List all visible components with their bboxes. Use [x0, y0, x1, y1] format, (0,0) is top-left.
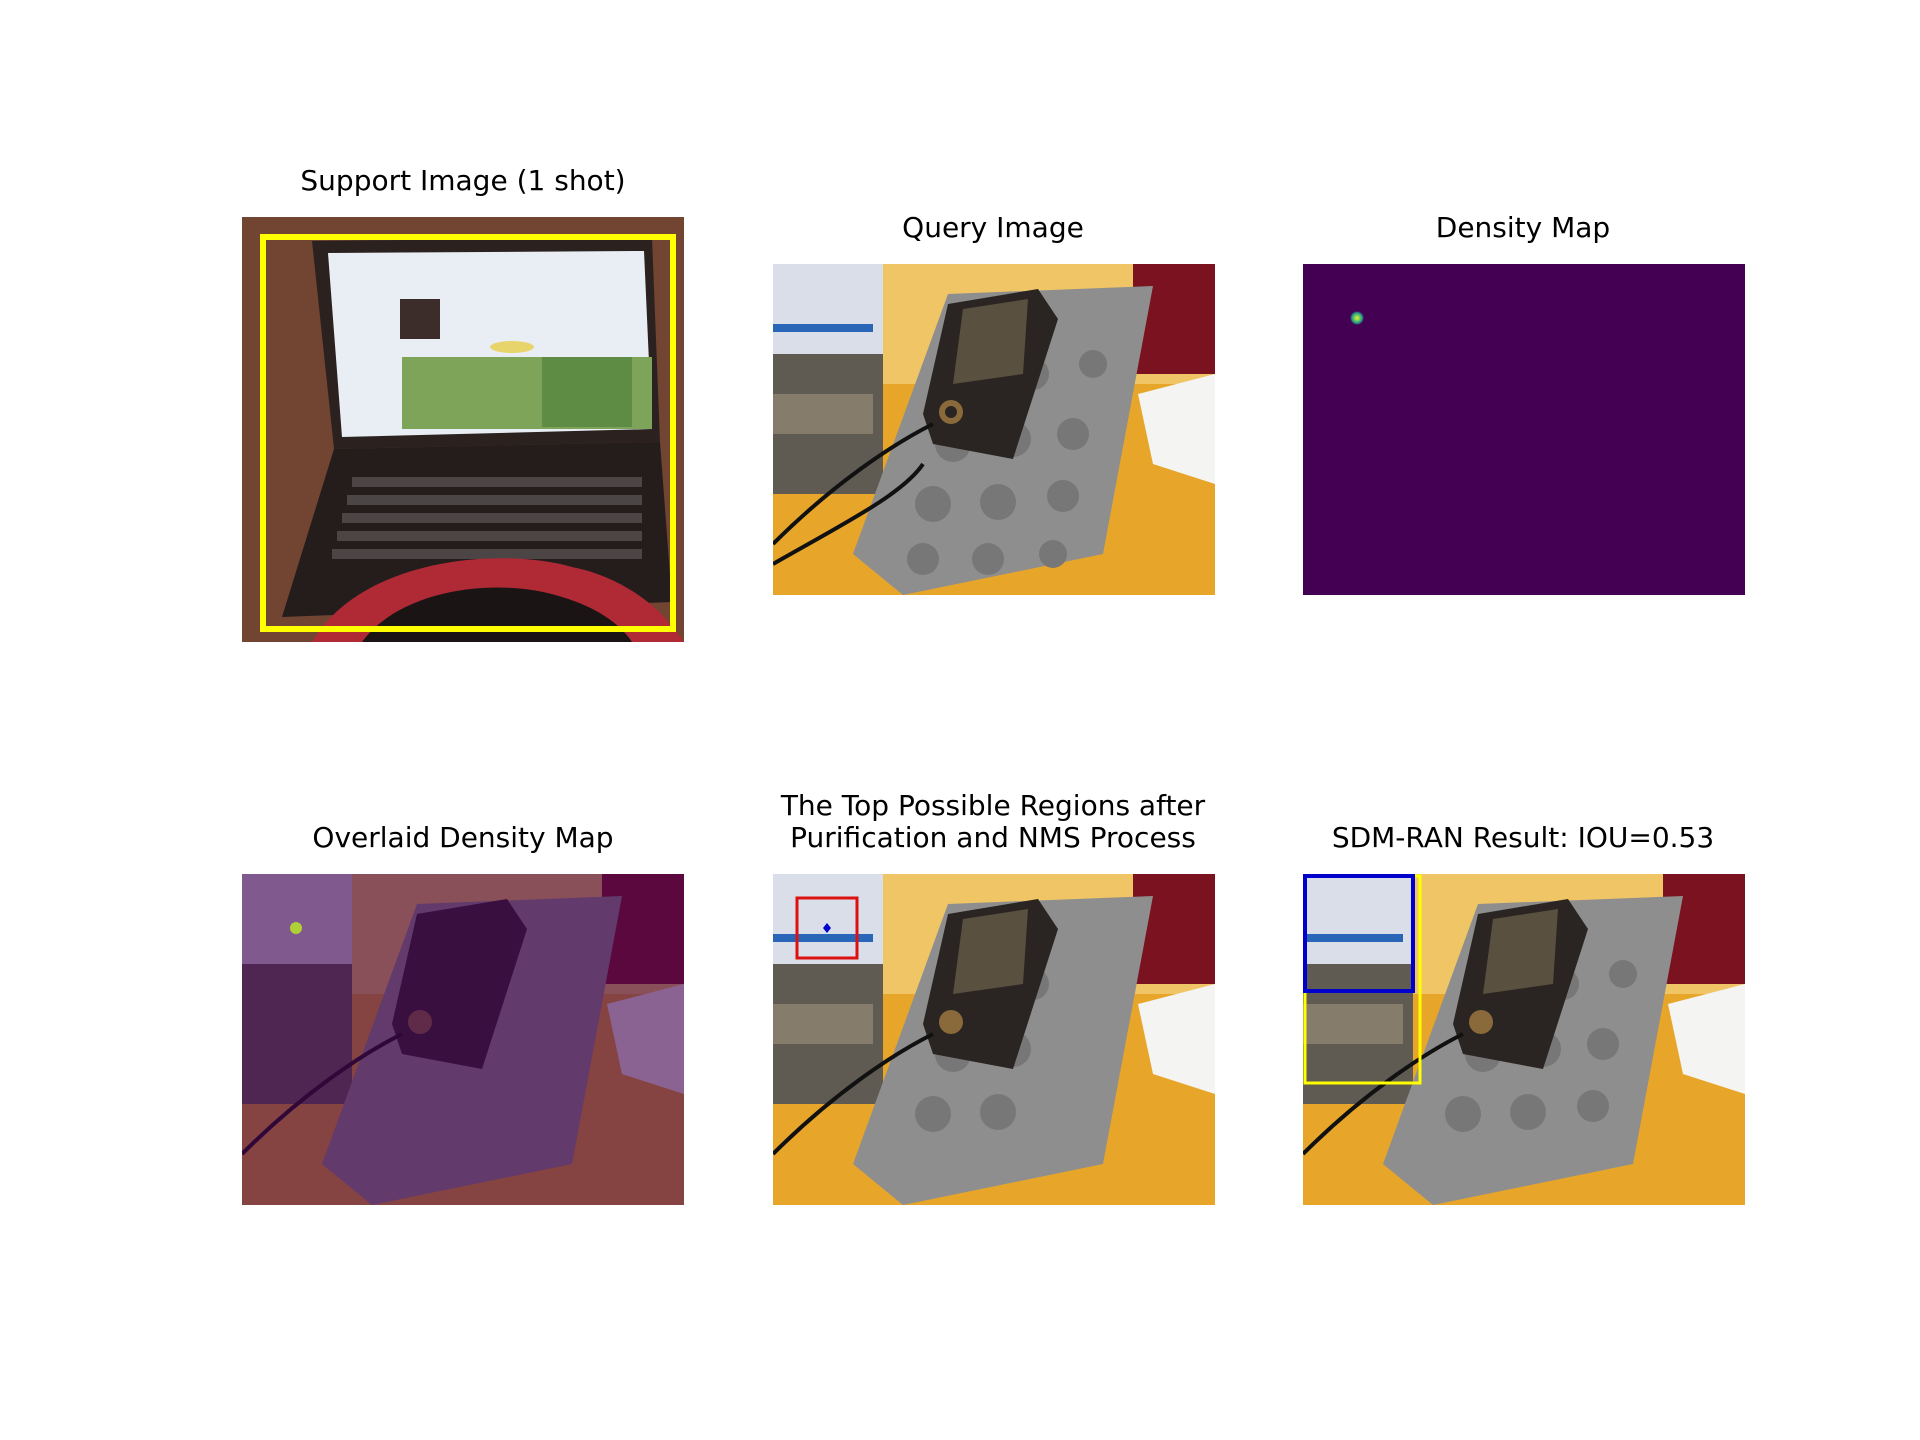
top-regions-image: [773, 874, 1215, 1205]
support-image-title: Support Image (1 shot): [300, 164, 626, 197]
density-peak: [1350, 311, 1364, 325]
result-title: SDM-RAN Result: IOU=0.53: [1331, 821, 1715, 854]
query-image: [773, 264, 1215, 595]
overlaid-density-map-title: Overlaid Density Map: [312, 821, 614, 854]
top-regions-title-line2: Purification and NMS Process: [790, 821, 1196, 854]
top-regions-title-line1: The Top Possible Regions after: [780, 789, 1206, 822]
density-map: [1303, 264, 1745, 595]
overlaid-density-peak: [290, 922, 302, 934]
query-image-title: Query Image: [902, 211, 1084, 244]
support-image: [242, 217, 684, 642]
overlaid-density-map: [242, 874, 684, 1205]
result-image: [1303, 874, 1745, 1205]
density-map-title: Density Map: [1435, 211, 1611, 244]
